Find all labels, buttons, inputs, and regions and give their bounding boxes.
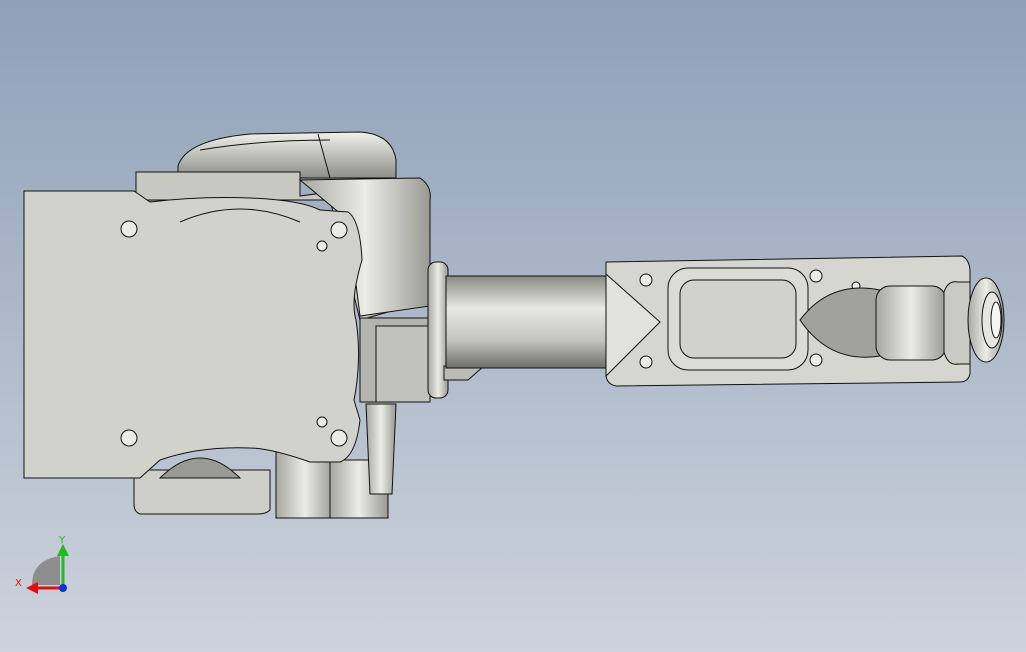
z-axis-dot	[59, 584, 67, 592]
mount-hole	[330, 221, 348, 239]
arm-tube	[445, 275, 619, 369]
forearm-window-inner	[679, 279, 797, 359]
forearm-bolt	[809, 353, 823, 367]
forearm-bolt	[639, 273, 653, 287]
base-plate	[23, 190, 363, 479]
elbow-cover-face	[375, 325, 431, 403]
mount-hole	[330, 429, 348, 447]
end-flange-face	[990, 301, 1002, 339]
wrist-pulley	[875, 285, 947, 361]
mount-hole	[120, 429, 138, 447]
mount-screw	[316, 240, 328, 252]
cad-scene[interactable]: Y X	[0, 0, 1026, 652]
cad-viewport[interactable]: Y X	[0, 0, 1026, 652]
y-axis-label: Y	[58, 535, 66, 546]
forearm-bolt	[809, 269, 823, 283]
x-axis-label: X	[15, 578, 22, 589]
forearm-bolt	[639, 355, 653, 369]
mount-hole	[120, 220, 138, 238]
mount-screw	[316, 416, 328, 428]
elbow-lower-ribs	[365, 403, 397, 495]
wrist-hub	[943, 281, 971, 365]
